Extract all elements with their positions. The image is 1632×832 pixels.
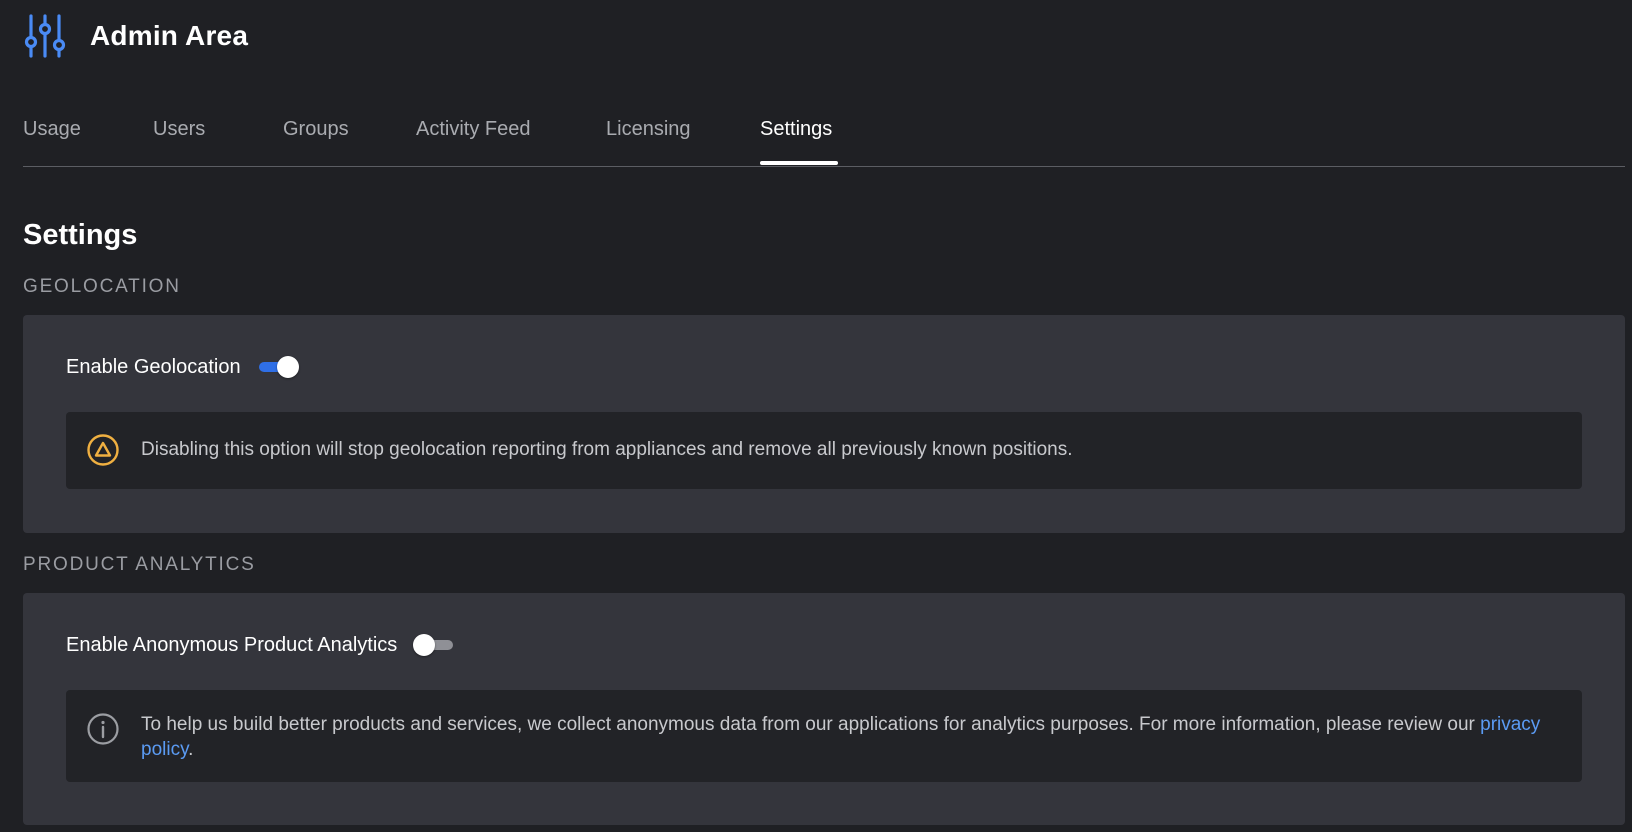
analytics-card: Enable Anonymous Product Analytics To he… [23,593,1625,825]
tab-activity-feed[interactable]: Activity Feed [416,118,530,141]
geolocation-toggle[interactable] [257,355,299,379]
toggle-knob [276,356,299,378]
analytics-setting-row: Enable Anonymous Product Analytics [66,633,455,657]
warning-triangle-icon [87,434,119,466]
analytics-info-body: To help us build better products and ser… [141,714,1481,735]
tab-settings[interactable]: Settings [760,118,832,141]
tab-groups[interactable]: Groups [283,118,349,141]
toggle-knob [413,634,436,656]
geolocation-card: Enable Geolocation Disabling this option… [23,315,1625,533]
geolocation-toggle-label: Enable Geolocation [66,355,241,378]
tab-users[interactable]: Users [153,118,205,141]
section-heading-geolocation: GEOLOCATION [23,276,181,297]
tab-usage[interactable]: Usage [23,118,81,141]
sliders-icon [24,14,66,58]
tab-bar: Usage Users Groups Activity Feed Licensi… [23,112,1625,167]
section-heading-product-analytics: PRODUCT ANALYTICS [23,554,256,575]
tab-licensing[interactable]: Licensing [606,118,691,141]
analytics-info-text: To help us build better products and ser… [141,712,1558,762]
active-tab-indicator [760,161,838,165]
app-title: Admin Area [90,20,249,51]
info-icon [87,713,119,745]
page-title: Settings [23,219,138,251]
geolocation-setting-row: Enable Geolocation [66,355,299,379]
app-header: Admin Area [23,14,248,58]
analytics-info-notice: To help us build better products and ser… [66,690,1582,782]
analytics-toggle-label: Enable Anonymous Product Analytics [66,633,398,656]
analytics-info-suffix: . [188,739,194,760]
geolocation-warning-text: Disabling this option will stop geolocat… [141,439,1073,460]
analytics-toggle[interactable] [413,633,455,657]
geolocation-warning-notice: Disabling this option will stop geolocat… [66,412,1582,489]
